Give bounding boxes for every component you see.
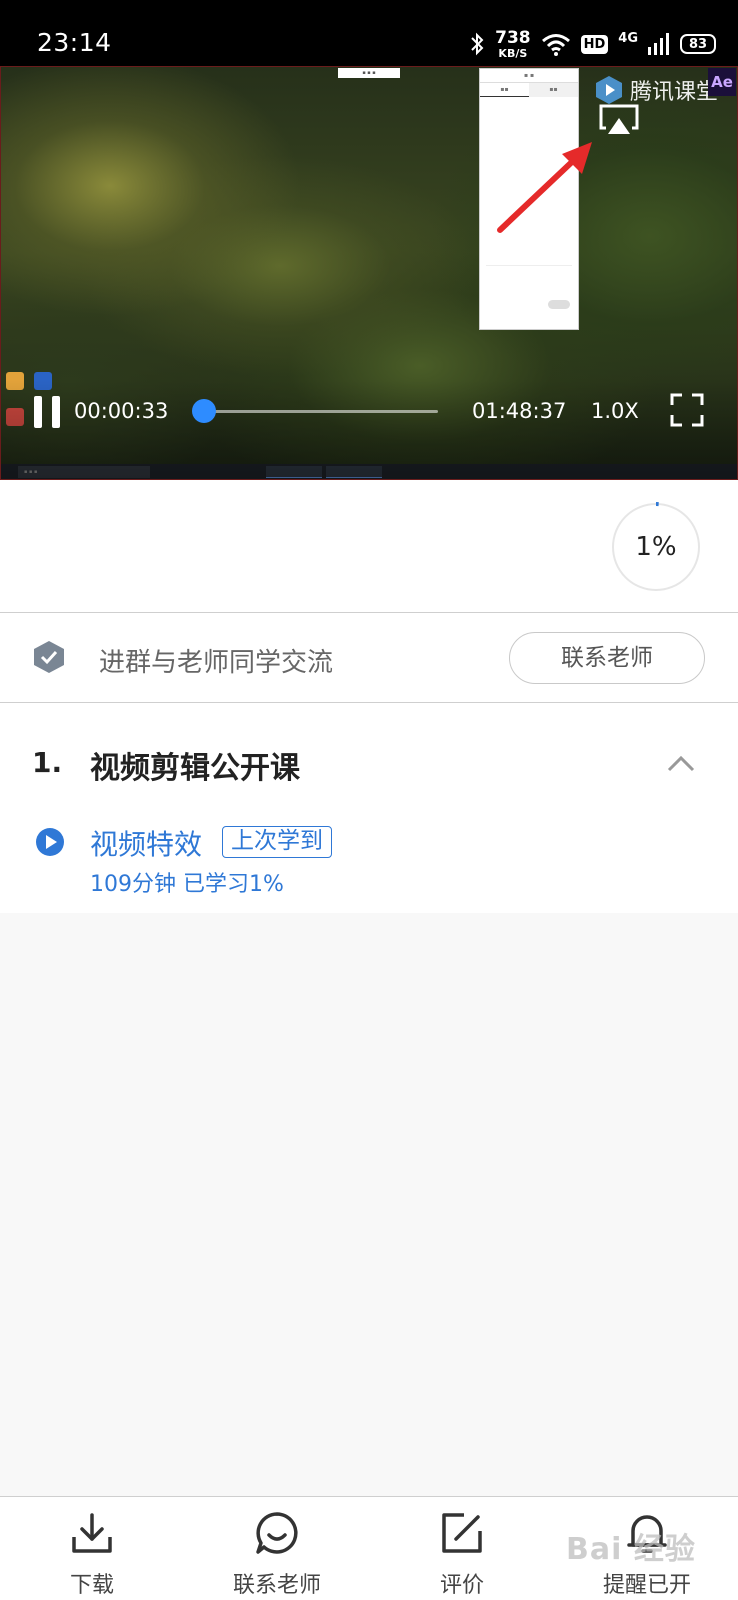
nav-label: 下载	[69, 1573, 114, 1598]
signal-icon	[648, 33, 669, 55]
status-icons: 738 KB/S HD 4G 83	[469, 26, 716, 62]
chapter-number: 1.	[32, 746, 63, 779]
total-time: 01:48:37	[472, 399, 567, 423]
nav-label: 联系老师	[232, 1573, 321, 1598]
nav-download[interactable]: 下载	[22, 1497, 162, 1600]
bluetooth-icon	[471, 32, 484, 56]
learning-progress: 1%	[0, 480, 738, 612]
screen-cast-icon[interactable]	[598, 102, 640, 138]
nav-review[interactable]: 评价	[392, 1497, 532, 1600]
group-chat-text: 进群与老师同学交流	[99, 648, 334, 678]
chapter-title[interactable]: 视频剪辑公开课	[90, 743, 300, 787]
group-chat-icon	[34, 641, 64, 673]
nav-contact-teacher[interactable]: 联系老师	[207, 1497, 347, 1600]
chat-icon	[256, 1512, 298, 1554]
play-circle-icon[interactable]	[35, 827, 65, 857]
player-controls	[0, 380, 738, 480]
progress-percent: 1%	[635, 532, 677, 562]
edit-icon	[442, 1513, 482, 1553]
speed-button[interactable]: 1.0X	[591, 399, 639, 423]
status-bar: 23:14 738 KB/S HD 4G 83	[0, 0, 738, 66]
fullscreen-icon[interactable]	[670, 393, 704, 427]
wifi-icon	[541, 34, 570, 56]
hd-badge: HD	[580, 34, 609, 54]
nav-label: 提醒已开	[602, 1573, 691, 1598]
play-logo-icon	[595, 76, 622, 104]
video-player[interactable]: ▪ ▪ ▪ ▪ ▪ ▪▪▪▪ 腾讯课堂 Ae ▪ ▪ ▪ 00:00:33 01…	[0, 66, 738, 480]
ae-app-icon: Ae	[708, 68, 736, 96]
seek-handle[interactable]	[192, 399, 216, 423]
net-speed: 738 KB/S	[495, 27, 531, 60]
contact-teacher-button[interactable]: 联系老师	[509, 632, 705, 684]
nav-label: 评价	[439, 1573, 484, 1598]
status-time: 23:14	[37, 28, 112, 57]
watermark: Bai 经验	[566, 1532, 696, 1567]
pause-button[interactable]	[34, 396, 62, 428]
chevron-up-icon[interactable]	[666, 753, 696, 773]
lesson-meta: 109分钟 已学习1%	[90, 872, 284, 897]
seek-bar[interactable]	[202, 410, 438, 413]
current-time: 00:00:33	[74, 399, 169, 423]
lesson-title[interactable]: 视频特效	[90, 823, 202, 863]
battery-icon: 83	[680, 34, 716, 54]
download-icon	[72, 1513, 112, 1553]
last-watched-badge: 上次学到	[222, 826, 332, 858]
brand-name: 腾讯课堂	[629, 80, 718, 105]
network-type: 4G	[618, 30, 638, 46]
group-chat-row[interactable]: 进群与老师同学交流 联系老师	[0, 613, 738, 702]
recording-bar: ▪ ▪ ▪	[338, 68, 400, 78]
annotation-arrow	[497, 142, 592, 233]
course-outline: 1. 视频剪辑公开课 视频特效 上次学到 109分钟 已学习1%	[0, 703, 738, 913]
